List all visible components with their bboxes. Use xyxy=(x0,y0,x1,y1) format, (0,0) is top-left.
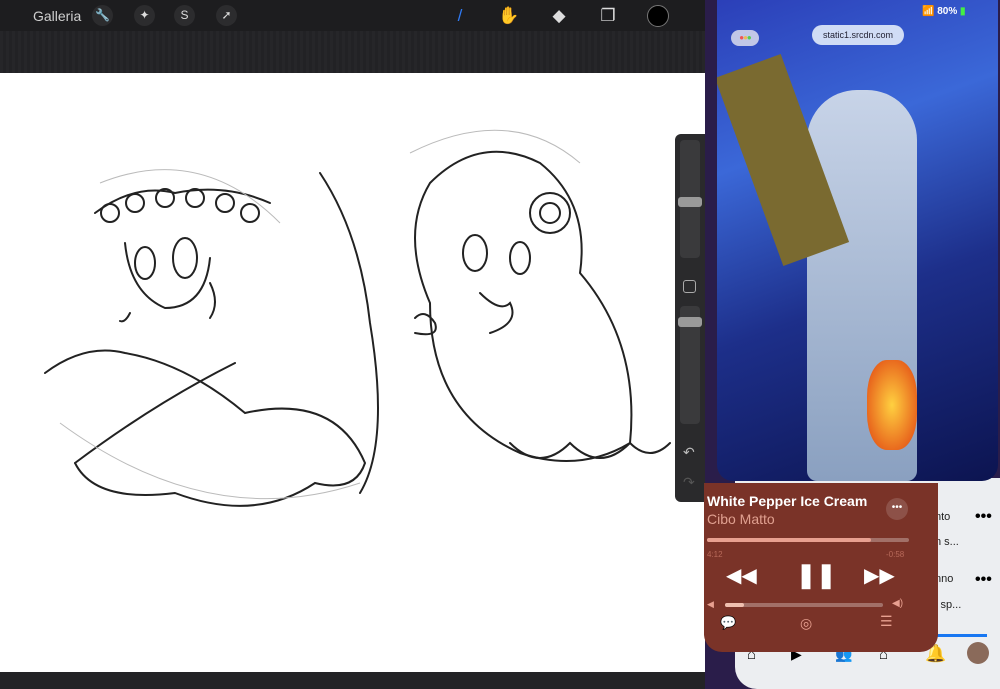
now-playing-widget: White Pepper Ice Cream Cibo Matto ••• 4:… xyxy=(704,483,938,652)
battery-icon: ▮ xyxy=(960,6,966,17)
brush-size-handle[interactable] xyxy=(678,197,702,207)
rewind-icon[interactable]: ◀◀ xyxy=(726,563,757,588)
redo-icon[interactable]: ↷ xyxy=(683,474,695,491)
undo-icon[interactable]: ↶ xyxy=(683,444,695,461)
pause-icon[interactable]: ❚❚ xyxy=(796,561,836,590)
color-icon[interactable] xyxy=(647,5,669,27)
brush-icon[interactable]: / xyxy=(448,4,472,28)
fast-forward-icon[interactable]: ▶▶ xyxy=(864,563,895,588)
gallery-button[interactable]: Galleria xyxy=(33,8,81,24)
canvas-border-bottom xyxy=(0,672,705,689)
flame-shape xyxy=(867,360,917,450)
volume-high-icon: ◀) xyxy=(892,598,904,609)
url-bar[interactable]: static1.srcdn.com xyxy=(812,25,904,45)
remaining-time: -0:58 xyxy=(886,550,905,559)
lyrics-icon[interactable]: 💬 xyxy=(720,615,736,631)
layers-icon[interactable]: ❐ xyxy=(596,4,620,28)
volume-slider[interactable] xyxy=(725,603,883,607)
wrench-icon[interactable]: 🔧 xyxy=(92,5,113,26)
volume-low-icon: ◀ xyxy=(707,599,714,609)
song-title: White Pepper Ice Cream xyxy=(707,493,868,509)
smudge-icon[interactable]: ✋ xyxy=(497,4,521,28)
volume-level xyxy=(725,603,744,607)
profile-avatar[interactable] xyxy=(967,642,989,664)
eraser-icon[interactable]: ◆ xyxy=(547,4,571,28)
browser-image-view[interactable]: ●●● static1.srcdn.com 📶 80% ▮ xyxy=(717,0,998,481)
elapsed-time: 4:12 xyxy=(707,550,723,559)
playback-progress xyxy=(707,538,871,542)
drawing-canvas[interactable] xyxy=(0,73,705,672)
opacity-handle[interactable] xyxy=(678,317,702,327)
wifi-battery-status: 📶 80% ▮ xyxy=(922,6,966,17)
procreate-toolbar: Galleria 🔧 ✦ S ➚ / ✋ ◆ ❐ xyxy=(0,0,705,31)
playback-scrubber[interactable] xyxy=(707,538,909,542)
artist-name: Cibo Matto xyxy=(707,511,775,527)
queue-icon[interactable]: ☰ xyxy=(880,613,893,630)
more-options-icon[interactable]: ••• xyxy=(975,508,992,526)
sketch-drawing xyxy=(44,129,671,507)
selection-icon[interactable]: S xyxy=(174,5,195,26)
battery-percent: 80% xyxy=(937,6,958,17)
transform-arrow-icon[interactable]: ➚ xyxy=(216,5,237,26)
feed-snippet: n s... xyxy=(935,536,959,548)
more-button[interactable]: ••• xyxy=(886,498,908,520)
feed-snippet: i sp... xyxy=(935,599,962,611)
window-controls[interactable]: ●●● xyxy=(731,30,759,46)
eyedropper-button[interactable] xyxy=(683,280,696,293)
brush-sidebar: ↶ ↷ xyxy=(675,134,705,502)
canvas-border xyxy=(0,31,705,73)
more-options-icon[interactable]: ••• xyxy=(975,571,992,589)
magic-wand-icon[interactable]: ✦ xyxy=(134,5,155,26)
airplay-icon[interactable]: ◎ xyxy=(800,615,812,632)
